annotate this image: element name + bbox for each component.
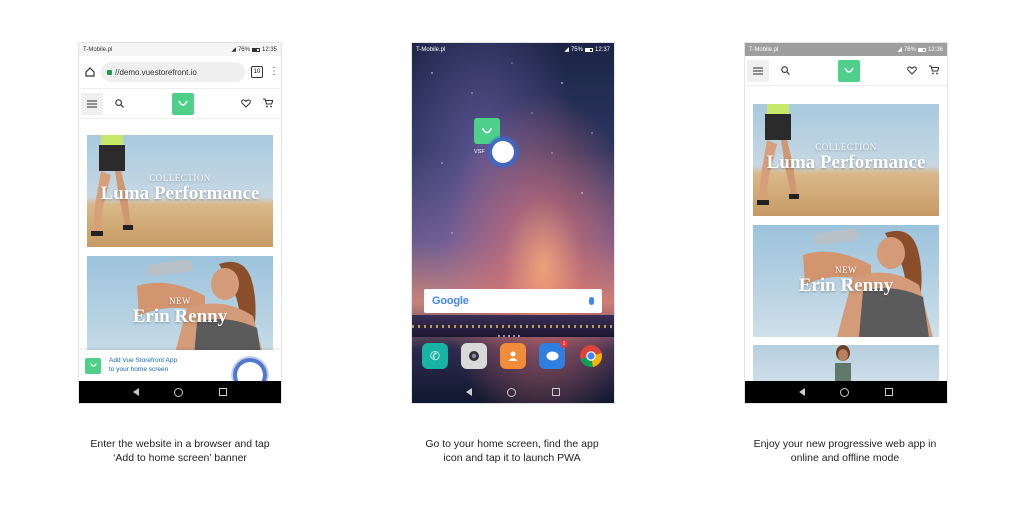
android-nav-bar — [79, 381, 281, 403]
battery-icon — [251, 47, 260, 52]
signal-icon: ◢ — [564, 47, 569, 53]
home-circle-icon[interactable] — [507, 387, 517, 397]
battery-icon — [917, 47, 926, 52]
chrome-app-icon[interactable] — [578, 343, 604, 369]
install-line-2: to your home screen — [109, 365, 169, 373]
signal-icon: ◢ — [897, 47, 902, 53]
banner-subtitle: NEW — [835, 265, 857, 275]
phone-home-screen: T-Mobile.pl ◢ 75% 12:37 VSF Google ✆ 1 — [412, 43, 614, 403]
google-logo: Google — [432, 295, 469, 307]
banner-title: Luma Performance — [100, 183, 260, 204]
lock-icon — [107, 69, 112, 75]
android-nav-bar — [412, 381, 614, 403]
back-icon[interactable] — [798, 388, 805, 396]
banner-subtitle: COLLECTION — [149, 173, 211, 183]
app-label: VSF — [474, 149, 485, 155]
site-header — [745, 56, 947, 86]
search-icon[interactable] — [781, 62, 790, 80]
home-circle-icon[interactable] — [174, 387, 184, 397]
city-skyline — [412, 315, 614, 337]
phone-browser-screen: T-Mobile.pl ◢ 76% 12:35 //demo.vuestoref… — [79, 43, 281, 403]
cart-icon[interactable] — [929, 62, 940, 80]
url-text: //demo.vuestorefront.io — [115, 67, 197, 77]
home-icon[interactable] — [85, 67, 95, 77]
android-nav-bar — [745, 381, 947, 403]
hamburger-menu-icon[interactable] — [747, 59, 769, 82]
tabs-count-button[interactable]: 10 — [251, 66, 263, 78]
battery-percent: 75% — [570, 46, 583, 53]
notification-badge: 1 — [560, 340, 568, 348]
hamburger-menu-icon[interactable] — [81, 92, 103, 115]
carrier-label: T-Mobile.pl — [416, 46, 446, 53]
battery-icon — [584, 47, 593, 52]
step-3-caption: Enjoy your new progressive web app in on… — [753, 438, 937, 464]
vsf-logo[interactable] — [171, 92, 194, 115]
phone-pwa-screen: T-Mobile.pl ◢ 76% 12:36 COLLECTION Luma … — [745, 43, 947, 403]
vsf-home-app-icon[interactable] — [474, 118, 500, 144]
phone-app-icon[interactable]: ✆ — [422, 343, 448, 369]
clock: 12:37 — [594, 46, 610, 53]
step-2-caption: Go to your home screen, find the app ico… — [425, 438, 599, 464]
cart-icon[interactable] — [263, 95, 274, 113]
browser-toolbar: //demo.vuestorefront.io 10 ⋮ — [79, 56, 281, 89]
banner-title: Luma Performance — [766, 152, 926, 173]
vsf-logo[interactable] — [837, 59, 860, 82]
banner-title: Erin Renny — [798, 275, 894, 296]
banner-subtitle: NEW — [169, 296, 191, 306]
site-header — [79, 89, 281, 119]
banner-third-product[interactable] — [753, 345, 939, 381]
search-icon[interactable] — [115, 95, 124, 113]
contacts-app-icon[interactable] — [500, 343, 526, 369]
camera-app-icon[interactable] — [461, 343, 487, 369]
wishlist-heart-icon[interactable] — [241, 95, 251, 113]
wishlist-heart-icon[interactable] — [907, 62, 917, 80]
microphone-icon[interactable] — [589, 297, 594, 305]
status-bar: T-Mobile.pl ◢ 76% 12:36 — [745, 43, 947, 56]
app-dock: ✆ 1 — [422, 340, 604, 373]
recent-apps-icon[interactable] — [219, 388, 228, 396]
woman-standing-image — [835, 345, 851, 381]
battery-percent: 76% — [237, 46, 250, 53]
install-line-1: Add Vue Storefront App — [109, 357, 178, 365]
clock: 12:36 — [927, 46, 943, 53]
status-bar: T-Mobile.pl ◢ 76% 12:35 — [79, 43, 281, 56]
carrier-label: T-Mobile.pl — [749, 46, 779, 53]
address-bar[interactable]: //demo.vuestorefront.io — [101, 62, 245, 82]
banner-luma-performance[interactable]: COLLECTION Luma Performance — [753, 104, 939, 216]
back-icon[interactable] — [132, 388, 139, 396]
banner-erin-renny[interactable]: NEW Erin Renny — [753, 225, 939, 337]
page-indicator — [498, 335, 520, 337]
signal-icon: ◢ — [231, 47, 236, 53]
google-search-bar[interactable]: Google — [424, 289, 602, 313]
battery-percent: 76% — [903, 46, 916, 53]
recent-apps-icon[interactable] — [885, 388, 894, 396]
clock: 12:35 — [261, 46, 277, 53]
carrier-label: T-Mobile.pl — [83, 46, 113, 53]
banner-subtitle: COLLECTION — [815, 142, 877, 152]
banner-title: Erin Renny — [132, 306, 228, 327]
recent-apps-icon[interactable] — [552, 388, 561, 396]
more-menu-icon[interactable]: ⋮ — [269, 67, 279, 77]
back-icon[interactable] — [465, 388, 472, 396]
home-circle-icon[interactable] — [840, 387, 850, 397]
status-bar: T-Mobile.pl ◢ 75% 12:37 — [412, 43, 614, 56]
tap-indicator — [492, 141, 514, 163]
vsf-app-icon — [85, 357, 101, 374]
step-1-caption: Enter the website in a browser and tap ‘… — [90, 438, 270, 464]
messages-app-icon[interactable]: 1 — [539, 340, 568, 369]
banner-luma-performance[interactable]: COLLECTION Luma Performance — [87, 135, 273, 247]
